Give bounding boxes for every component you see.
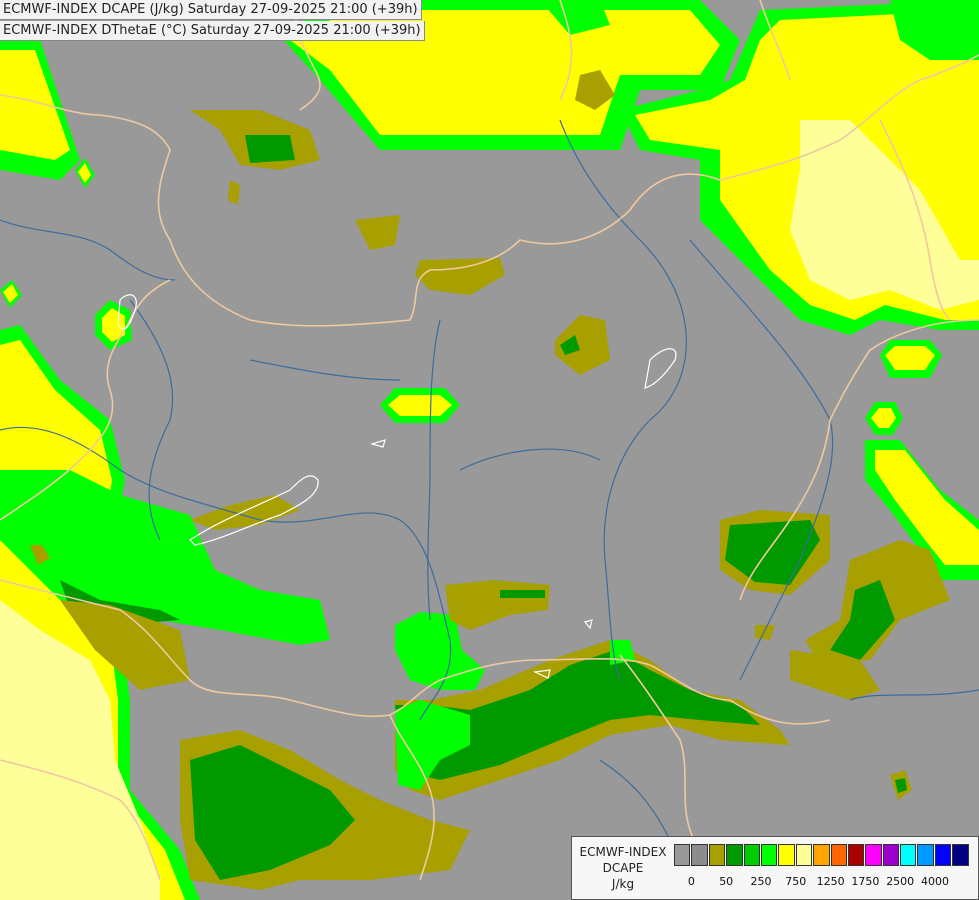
legend-swatch: [847, 844, 865, 866]
legend-swatches: [674, 844, 970, 866]
legend-swatch: [708, 844, 726, 866]
legend-swatch: [882, 844, 900, 866]
legend-swatch: [934, 844, 952, 866]
legend-swatch: [778, 844, 795, 866]
color-legend: ECMWF-INDEX DCAPE J/kg 0 50 250 750 1250 1750…: [571, 836, 979, 900]
map-title-dcape: ECMWF-INDEX DCAPE (J/kg) Saturday 27-09-…: [0, 0, 422, 20]
dcape-map: [0, 0, 979, 900]
legend-swatch: [760, 844, 778, 866]
legend-swatch: [830, 844, 847, 866]
legend-swatch: [726, 844, 743, 866]
legend-tick-label: 1250: [816, 875, 845, 888]
legend-tick-label: 50: [719, 875, 734, 888]
legend-swatch: [952, 844, 969, 866]
legend-title: ECMWF-INDEX DCAPE J/kg: [575, 844, 671, 892]
map-title-dthetae: ECMWF-INDEX DThetaE (°C) Saturday 27-09-…: [0, 21, 425, 41]
legend-model: ECMWF-INDEX: [579, 845, 667, 859]
legend-tick-label: 2500: [886, 875, 915, 888]
legend-swatch: [743, 844, 760, 866]
legend-tick-label: 750: [785, 875, 807, 888]
legend-variable: DCAPE: [602, 861, 644, 875]
legend-swatch: [900, 844, 917, 866]
legend-unit: J/kg: [611, 877, 635, 891]
legend-tick-label: 250: [750, 875, 772, 888]
legend-ticks: 0 50 250 750 1250 1750 2500 4000: [674, 875, 974, 889]
legend-swatch: [865, 844, 882, 866]
legend-tick-label: 1750: [851, 875, 880, 888]
legend-swatch: [813, 844, 830, 866]
legend-swatch: [674, 844, 691, 866]
legend-tick-label: 0: [687, 875, 695, 888]
legend-swatch: [917, 844, 934, 866]
legend-swatch: [795, 844, 813, 866]
legend-swatch: [691, 844, 708, 866]
legend-tick-label: 4000: [921, 875, 949, 888]
